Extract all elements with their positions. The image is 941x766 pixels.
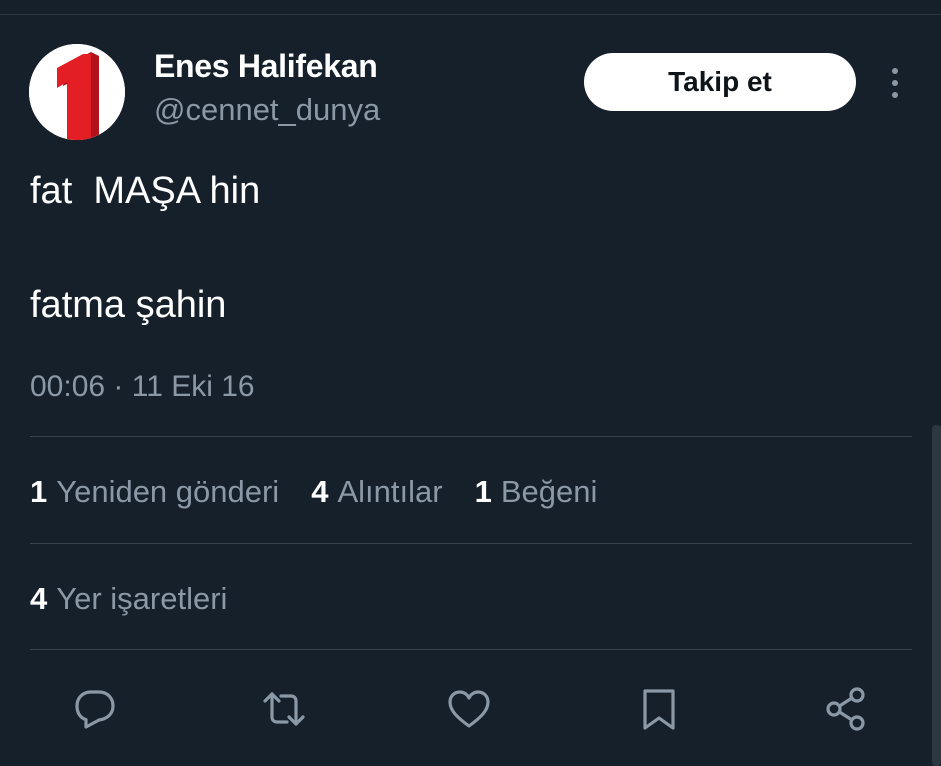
scrollbar[interactable] bbox=[932, 425, 941, 766]
share-icon[interactable] bbox=[824, 686, 870, 732]
tweet-text-line: fat MAŞA hin bbox=[30, 170, 261, 212]
likes-label: Beğeni bbox=[500, 474, 598, 509]
retweets-stat[interactable]: 1 Yeniden gönderi bbox=[30, 474, 279, 510]
bookmarks-count: 4 bbox=[30, 581, 48, 616]
divider bbox=[30, 543, 912, 544]
more-options-icon[interactable] bbox=[884, 66, 906, 100]
avatar-logo-icon bbox=[29, 44, 125, 140]
like-icon[interactable] bbox=[446, 686, 492, 732]
bookmarks-label: Yer işaretleri bbox=[56, 581, 228, 616]
bookmarks-stat[interactable]: 4 Yer işaretleri bbox=[30, 581, 227, 617]
tweet-timestamp[interactable]: 00:06 · 11 Eki 16 bbox=[30, 370, 255, 404]
tweet-text-line: fatma şahin bbox=[30, 284, 227, 326]
author-display-name[interactable]: Enes Halifekan bbox=[154, 48, 378, 85]
retweets-count: 1 bbox=[30, 474, 48, 509]
retweets-label: Yeniden gönderi bbox=[56, 474, 280, 509]
tweet-detail-screen: Enes Halifekan @cennet_dunya Takip et fa… bbox=[0, 0, 941, 766]
likes-count: 1 bbox=[474, 474, 492, 509]
divider bbox=[30, 436, 912, 437]
retweet-icon[interactable] bbox=[261, 686, 307, 732]
avatar[interactable] bbox=[29, 44, 125, 140]
quotes-count: 4 bbox=[311, 474, 329, 509]
follow-button[interactable]: Takip et bbox=[584, 53, 856, 111]
divider bbox=[30, 649, 912, 650]
top-divider bbox=[0, 14, 941, 15]
likes-stat[interactable]: 1 Beğeni bbox=[475, 474, 598, 510]
reply-icon[interactable] bbox=[72, 686, 118, 732]
engagement-stats: 1 Yeniden gönderi 4 Alıntılar 1 Beğeni bbox=[30, 474, 597, 510]
bookmark-icon[interactable] bbox=[636, 686, 682, 732]
quotes-label: Alıntılar bbox=[337, 474, 443, 509]
quotes-stat[interactable]: 4 Alıntılar bbox=[311, 474, 442, 510]
author-handle[interactable]: @cennet_dunya bbox=[154, 92, 380, 128]
